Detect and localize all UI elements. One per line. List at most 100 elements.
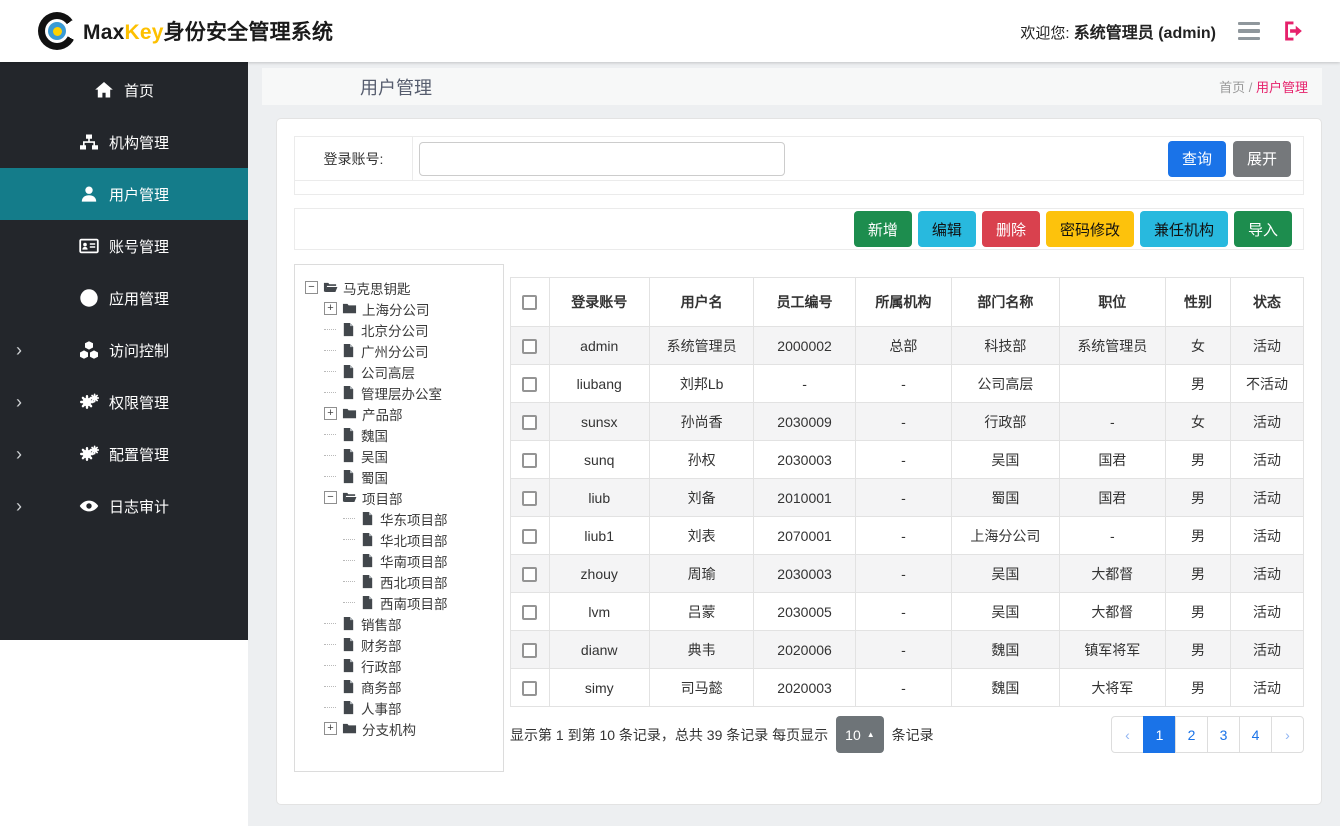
tree-node[interactable]: 公司高层 [305,361,499,382]
row-checkbox[interactable] [522,681,537,696]
tree-connector-dots [324,623,336,624]
concurrent-org-button[interactable]: 兼任机构 [1140,211,1228,247]
table-row[interactable]: admin系统管理员2000002总部科技部系统管理员女活动 [511,327,1304,365]
menu-toggle-icon[interactable] [1238,22,1260,41]
tree-node[interactable]: 西南项目部 [305,592,499,613]
tree-node[interactable]: 商务部 [305,676,499,697]
table-row[interactable]: simy司马懿2020003-魏国大将军男活动 [511,669,1304,707]
sidebar-item-user[interactable]: 用户管理 [0,168,248,220]
page-button-2[interactable]: 2 [1175,716,1208,753]
row-checkbox[interactable] [522,529,537,544]
table-row[interactable]: zhouy周瑜2030003-吴国大都督男活动 [511,555,1304,593]
expand-button[interactable]: 展开 [1233,141,1291,177]
tree-node[interactable]: 行政部 [305,655,499,676]
login-account-input[interactable] [419,142,785,176]
row-checkbox[interactable] [522,415,537,430]
table-cell: 2070001 [754,517,855,555]
table-row[interactable]: dianw典韦2020006-魏国镇军将军男活动 [511,631,1304,669]
prev-page-button[interactable]: ‹ [1111,716,1144,753]
sidebar-item-account[interactable]: 账号管理 [0,220,248,272]
tree-node[interactable]: 魏国 [305,424,499,445]
expand-icon[interactable]: + [324,722,337,735]
tree-node[interactable]: 西北项目部 [305,571,499,592]
table-row[interactable]: sunsx孙尚香2030009-行政部-女活动 [511,403,1304,441]
row-checkbox[interactable] [522,491,537,506]
tree-node[interactable]: 北京分公司 [305,319,499,340]
row-checkbox[interactable] [522,339,537,354]
tree-node[interactable]: 广州分公司 [305,340,499,361]
table-row[interactable]: liub1刘表2070001-上海分公司-男活动 [511,517,1304,555]
tree-node-label: 西南项目部 [380,593,448,613]
table-row[interactable]: liub刘备2010001-蜀国国君男活动 [511,479,1304,517]
globe-icon [79,288,99,308]
next-page-button[interactable]: › [1271,716,1304,753]
add-button[interactable]: 新增 [854,211,912,247]
tree-node[interactable]: 财务部 [305,634,499,655]
sidebar-item-label: 账号管理 [109,236,169,257]
tree-node-label: 蜀国 [361,467,388,487]
sidebar-item-label: 访问控制 [109,340,169,361]
row-checkbox[interactable] [522,377,537,392]
import-button[interactable]: 导入 [1234,211,1292,247]
table-cell: 吴国 [952,555,1059,593]
sidebar-item-access[interactable]: ›访问控制 [0,324,248,376]
tree-node-label: 华北项目部 [380,530,448,550]
logout-icon[interactable] [1282,20,1306,42]
sidebar-item-home[interactable]: 首页 [0,64,248,116]
sidebar-item-label: 权限管理 [109,392,169,413]
page-button-4[interactable]: 4 [1239,716,1272,753]
brand-title: MaxKey身份安全管理系统 [83,16,333,46]
sidebar-item-config[interactable]: ›配置管理 [0,428,248,480]
table-cell: 总部 [855,327,951,365]
edit-button[interactable]: 编辑 [918,211,976,247]
table-cell: 男 [1166,479,1231,517]
delete-button[interactable]: 删除 [982,211,1040,247]
tree-node-label: 财务部 [361,635,402,655]
change-password-button[interactable]: 密码修改 [1046,211,1134,247]
expand-icon[interactable]: + [324,407,337,420]
select-all-checkbox[interactable] [522,295,537,310]
page-size-select[interactable]: 10 ▲ [836,716,884,753]
tree-node[interactable]: +分支机构 [305,718,499,739]
sidebar-item-audit[interactable]: ›日志审计 [0,480,248,532]
table-row[interactable]: sunq孙权2030003-吴国国君男活动 [511,441,1304,479]
table-row[interactable]: liubang刘邦Lb--公司高层男不活动 [511,365,1304,403]
tree-node[interactable]: 管理层办公室 [305,382,499,403]
file-icon [341,427,356,442]
sidebar-item-app[interactable]: 应用管理 [0,272,248,324]
tree-node[interactable]: 销售部 [305,613,499,634]
file-icon [341,700,356,715]
page-button-3[interactable]: 3 [1207,716,1240,753]
row-checkbox[interactable] [522,605,537,620]
table-row[interactable]: lvm吕蒙2030005-吴国大都督男活动 [511,593,1304,631]
collapse-icon[interactable]: − [324,491,337,504]
table-cell: 活动 [1230,517,1303,555]
table-cell: liubang [549,365,649,403]
query-button[interactable]: 查询 [1168,141,1226,177]
column-header: 职位 [1059,278,1165,327]
tree-node[interactable]: 吴国 [305,445,499,466]
breadcrumb-current: 用户管理 [1256,80,1308,95]
breadcrumb-home-link[interactable]: 首页 [1219,80,1245,95]
tree-node[interactable]: 华北项目部 [305,529,499,550]
tree-node-label: 西北项目部 [380,572,448,592]
tree-node[interactable]: 华南项目部 [305,550,499,571]
tree-node[interactable]: −马克思钥匙 [305,277,499,298]
tree-node[interactable]: 人事部 [305,697,499,718]
tree-node[interactable]: +上海分公司 [305,298,499,319]
chevron-right-icon: › [16,497,22,515]
tree-node[interactable]: 蜀国 [305,466,499,487]
sidebar-item-perm[interactable]: ›权限管理 [0,376,248,428]
expand-icon[interactable]: + [324,302,337,315]
tree-node[interactable]: −项目部 [305,487,499,508]
column-header: 状态 [1230,278,1303,327]
row-checkbox[interactable] [522,453,537,468]
table-cell: 行政部 [952,403,1059,441]
page-button-1[interactable]: 1 [1143,716,1176,753]
tree-node[interactable]: 华东项目部 [305,508,499,529]
row-checkbox[interactable] [522,567,537,582]
tree-node[interactable]: +产品部 [305,403,499,424]
collapse-icon[interactable]: − [305,281,318,294]
sidebar-item-org[interactable]: 机构管理 [0,116,248,168]
row-checkbox[interactable] [522,643,537,658]
